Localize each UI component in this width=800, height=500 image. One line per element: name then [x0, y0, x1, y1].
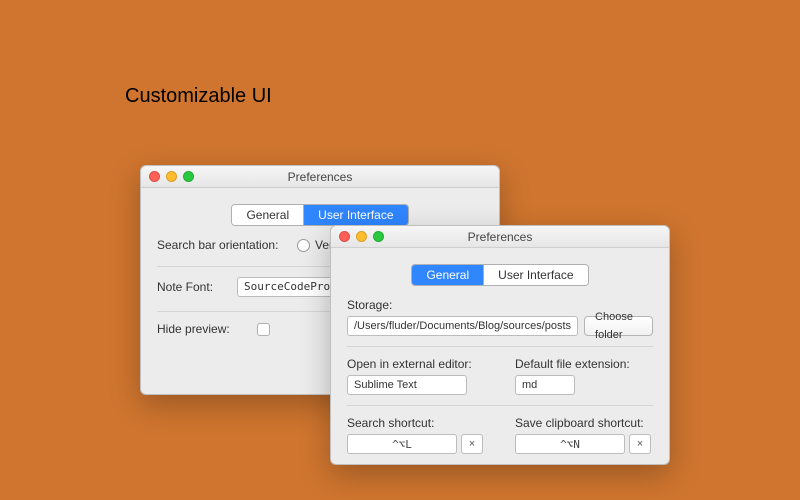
titlebar[interactable]: Preferences [331, 226, 669, 248]
preferences-window-general: Preferences General User Interface Stora… [330, 225, 670, 465]
separator [347, 405, 653, 406]
save-shortcut-field[interactable]: ^⌥N [515, 434, 625, 454]
tabs: General User Interface [347, 264, 653, 286]
separator [347, 346, 653, 347]
external-editor-label: Open in external editor: [347, 357, 485, 371]
search-shortcut-clear-button[interactable]: × [461, 434, 483, 454]
save-shortcut-clear-button[interactable]: × [629, 434, 651, 454]
zoom-icon[interactable] [183, 171, 194, 182]
tab-general[interactable]: General [232, 205, 303, 225]
tabs: General User Interface [157, 204, 483, 226]
radio-icon [297, 239, 310, 252]
traffic-lights [339, 231, 384, 242]
tab-user-interface[interactable]: User Interface [483, 265, 587, 285]
zoom-icon[interactable] [373, 231, 384, 242]
window-title: Preferences [468, 230, 533, 244]
minimize-icon[interactable] [166, 171, 177, 182]
search-shortcut-field[interactable]: ^⌥L [347, 434, 457, 454]
close-icon[interactable] [149, 171, 160, 182]
storage-path-field[interactable]: /Users/fluder/Documents/Blog/sources/pos… [347, 316, 578, 336]
minimize-icon[interactable] [356, 231, 367, 242]
page-title: Customizable UI [125, 85, 272, 108]
window-title: Preferences [288, 170, 353, 184]
choose-folder-button[interactable]: Choose folder [584, 316, 653, 336]
tab-user-interface[interactable]: User Interface [303, 205, 407, 225]
default-ext-label: Default file extension: [515, 357, 653, 371]
default-ext-field[interactable]: md [515, 375, 575, 395]
hide-preview-checkbox[interactable] [257, 323, 270, 336]
traffic-lights [149, 171, 194, 182]
note-font-label: Note Font: [157, 280, 237, 294]
search-bar-orientation-label: Search bar orientation: [157, 238, 297, 252]
titlebar[interactable]: Preferences [141, 166, 499, 188]
save-shortcut-label: Save clipboard shortcut: [515, 416, 653, 430]
search-shortcut-label: Search shortcut: [347, 416, 485, 430]
external-editor-field[interactable]: Sublime Text [347, 375, 467, 395]
hide-preview-label: Hide preview: [157, 322, 257, 336]
close-icon[interactable] [339, 231, 350, 242]
tab-general[interactable]: General [412, 265, 483, 285]
